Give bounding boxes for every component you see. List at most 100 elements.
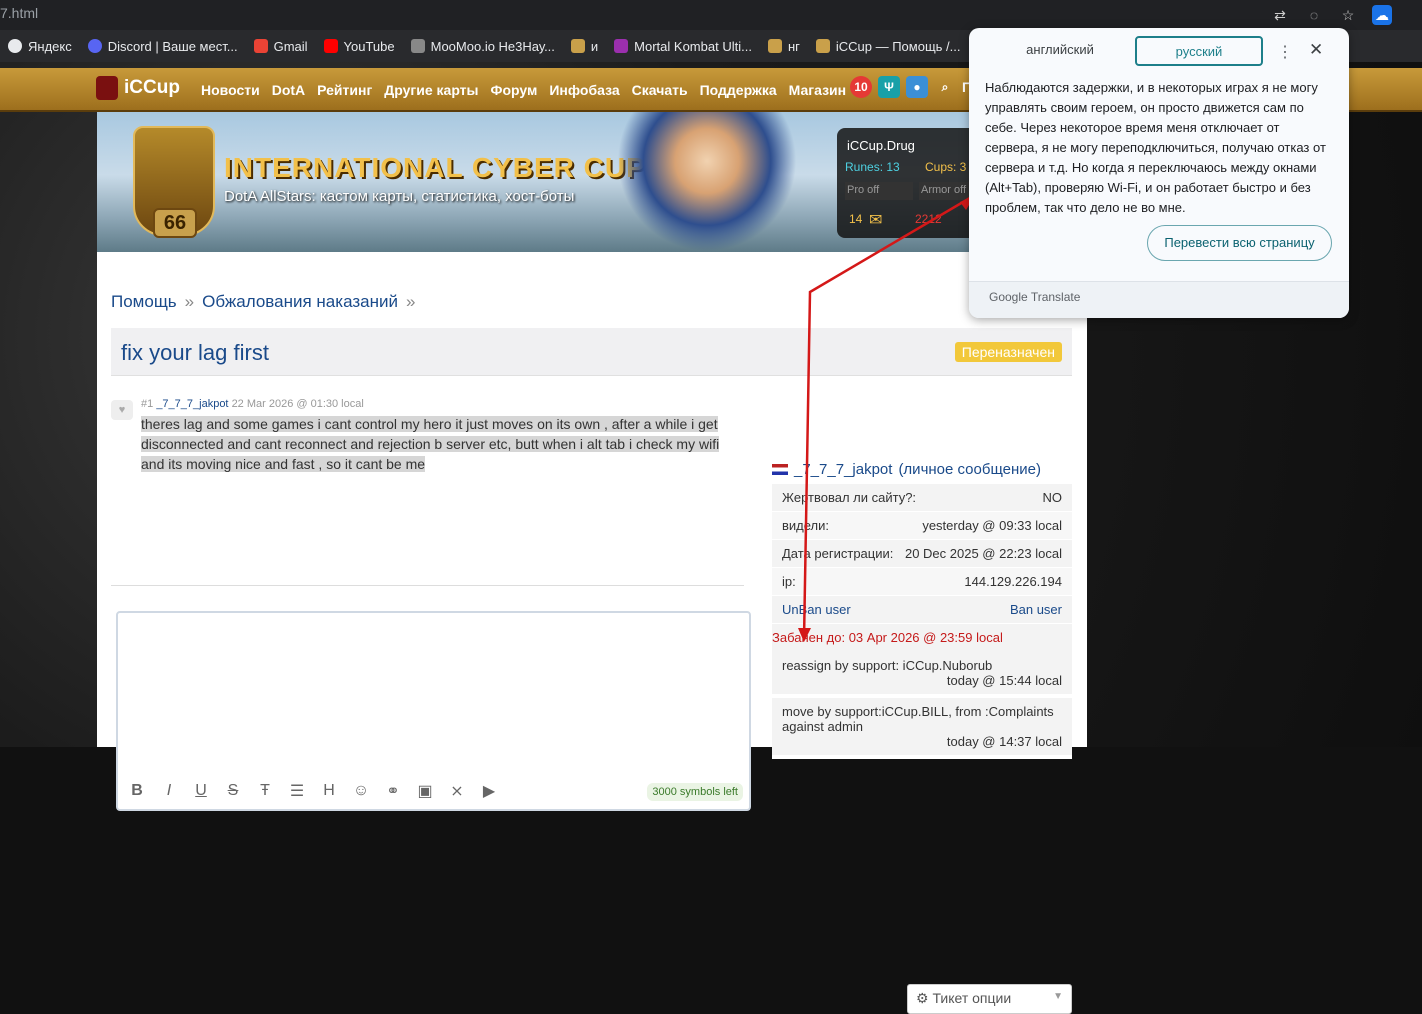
nav-forum[interactable]: Форум (491, 82, 538, 98)
bookmark-label: и (590, 38, 599, 54)
armor-status[interactable]: Armor off (919, 182, 973, 200)
language-tabs: английский русский (985, 36, 1263, 66)
user-sidebar: _7_7_7_jakpot (личное сообщение) Жертвова… (772, 454, 1072, 1014)
bookmark-label: MooMoo.io Не3Нау... (430, 38, 555, 54)
search-icon[interactable]: ⌕ (934, 76, 956, 98)
site-logo[interactable]: iCCup (96, 76, 180, 100)
tab-russian[interactable]: русский (1135, 36, 1263, 66)
cloud-icon[interactable]: ☁ (1372, 5, 1392, 25)
bookmark-label: Яндекс (28, 38, 72, 54)
banner-subtitle: DotA AllStars: кастом карты, статистика,… (224, 188, 575, 205)
text-format-icon[interactable]: Ŧ (254, 782, 276, 800)
video-icon[interactable]: ▶ (478, 781, 500, 801)
nav-right-icons: 10 Ψ ● ⌕ По (850, 76, 981, 98)
sidebar-user: _7_7_7_jakpot (личное сообщение) (772, 454, 1072, 484)
browser-address-bar: 7.html ⇄ ◌ ☆ ☁ (0, 0, 1422, 30)
sidebar-username[interactable]: _7_7_7_jakpot (794, 461, 892, 478)
breadcrumb-appeals[interactable]: Обжалования наказаний (202, 292, 398, 311)
row-key: ip: (782, 574, 796, 589)
address-bar-icons: ⇄ ◌ ☆ ☁ (1270, 0, 1422, 30)
bookmark-youtube[interactable]: YouTube (316, 39, 403, 54)
banned-until: Забанен до: 03 Apr 2026 @ 23:59 local (772, 624, 1072, 652)
hero-image (617, 112, 797, 252)
row-key: Жертвовал ли сайту?: (782, 490, 917, 505)
url-text[interactable]: 7.html (0, 5, 38, 21)
nav-download[interactable]: Скачать (632, 82, 688, 98)
profile-name[interactable]: iCCup.Drug (847, 138, 915, 153)
private-message-link[interactable]: (личное сообщение) (898, 461, 1041, 478)
bookmark-moomoo[interactable]: MooMoo.io Не3Нау... (403, 39, 563, 54)
nav-shop[interactable]: Магазин (789, 82, 846, 98)
bookmark-ng[interactable]: нг (760, 39, 808, 54)
eye-off-icon[interactable]: ◌ (1304, 5, 1324, 25)
bookmark-label: iCCup — Помощь /... (835, 38, 961, 54)
row-value: 20 Dec 2025 @ 22:23 local (904, 546, 1062, 561)
pro-status[interactable]: Pro off (845, 182, 913, 200)
close-icon[interactable]: ✕ (1309, 40, 1323, 60)
bookmark-i[interactable]: и (563, 39, 606, 54)
nav-news[interactable]: Новости (201, 82, 260, 98)
youtube-icon (323, 39, 338, 53)
ban-actions-row: UnBan user Ban user (772, 596, 1072, 624)
reply-editor[interactable]: B I U S Ŧ ☰ H ☺ ⚭ ▣ ⨯ ▶ 3000 symbols lef… (116, 611, 751, 811)
translate-page-button[interactable]: Перевести всю страницу (1147, 225, 1332, 261)
post-number: #1 (141, 398, 154, 410)
divider (111, 585, 744, 586)
breadcrumb-help[interactable]: Помощь (111, 292, 177, 311)
ticket-options-select[interactable]: ⚙ Тикет опции ▼ (907, 984, 1072, 1014)
gear-icon: ⚙ (916, 990, 929, 1006)
bookmark-yandex[interactable]: Яндекс (0, 39, 80, 54)
more-menu-icon[interactable]: ⋮ (1277, 42, 1293, 62)
image-icon[interactable]: ▣ (414, 781, 436, 801)
bookmark-gmail[interactable]: Gmail (246, 39, 316, 54)
list-icon[interactable]: ☰ (286, 781, 308, 801)
gmail-icon (253, 39, 268, 53)
star-icon[interactable]: ☆ (1338, 5, 1358, 25)
nav-support[interactable]: Поддержка (700, 82, 777, 98)
editor-toolbar: B I U S Ŧ ☰ H ☺ ⚭ ▣ ⨯ ▶ (126, 781, 500, 801)
nav-rating[interactable]: Рейтинг (317, 82, 372, 98)
translate-icon[interactable]: ⇄ (1270, 5, 1290, 25)
mail-icon[interactable]: ✉ (869, 210, 882, 230)
user-icon[interactable]: ● (906, 76, 928, 98)
messages-count[interactable]: 14 (849, 212, 862, 226)
nav-dota[interactable]: DotA (272, 82, 305, 98)
notification-count[interactable]: 10 (850, 76, 872, 98)
main-nav: Новости DotA Рейтинг Другие карты Форум … (201, 82, 846, 98)
ban-user-link[interactable]: Ban user (1010, 602, 1062, 617)
emoji-icon[interactable]: ☺ (350, 782, 372, 800)
avatar: ♥ (111, 400, 133, 420)
unban-user-link[interactable]: UnBan user (782, 602, 851, 617)
donated-row: Жертвовал ли сайту?: NO (772, 484, 1072, 512)
iccup-icon (815, 39, 830, 53)
nav-infobase[interactable]: Инфобаза (549, 82, 619, 98)
ticket-title: fix your lag first (121, 340, 269, 365)
flag-icon (772, 463, 788, 475)
tab-english[interactable]: английский (985, 36, 1135, 66)
log-time: today @ 15:44 local (946, 673, 1062, 688)
row-key: Дата регистрации: (782, 546, 894, 561)
nav-other-maps[interactable]: Другие карты (384, 82, 478, 98)
link-icon[interactable]: ⚭ (382, 781, 404, 801)
popup-footer: Google Translate (969, 281, 1349, 318)
post-meta: #1 _7_7_7_jakpot 22 Mar 2026 @ 01:30 loc… (141, 398, 364, 410)
banner-title: INTERNATIONAL CYBER CUP (224, 152, 646, 183)
bookmark-iccup-help[interactable]: iCCup — Помощь /... (808, 39, 969, 54)
heading-icon[interactable]: H (318, 782, 340, 800)
post-author[interactable]: _7_7_7_jakpot (156, 398, 228, 410)
underline-icon[interactable]: U (190, 782, 212, 800)
trident-icon[interactable]: Ψ (878, 76, 900, 98)
italic-icon[interactable]: I (158, 782, 180, 800)
breadcrumb-separator: » (184, 292, 195, 311)
bookmark-mortal-kombat[interactable]: Mortal Kombat Ulti... (606, 39, 760, 54)
strikethrough-icon[interactable]: S (222, 782, 244, 800)
seen-row: видели: yesterday @ 09:33 local (772, 512, 1072, 540)
ticket-header: fix your lag first Переназначен (111, 328, 1072, 376)
registration-row: Дата регистрации: 20 Dec 2025 @ 22:23 loc… (772, 540, 1072, 568)
hide-icon[interactable]: ⨯ (446, 781, 468, 801)
iccup-icon (767, 39, 782, 53)
chevron-down-icon: ▼ (1053, 991, 1063, 1002)
ip-row: ip: 144.129.226.194 (772, 568, 1072, 596)
bold-icon[interactable]: B (126, 782, 148, 800)
bookmark-discord[interactable]: Discord | Ваше мест... (80, 39, 246, 54)
